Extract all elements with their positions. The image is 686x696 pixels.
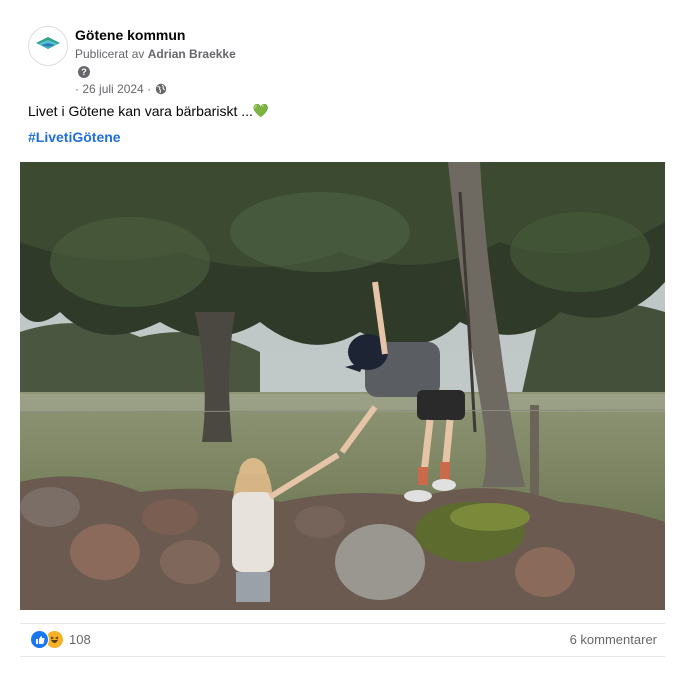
divider — [20, 623, 665, 624]
published-by: Publicerat av Adrian Braekke — [75, 47, 236, 61]
like-icon — [30, 630, 49, 649]
reaction-count: 108 — [69, 632, 91, 647]
published-prefix: Publicerat av — [75, 47, 145, 61]
post-date[interactable]: 26 juli 2024 — [82, 82, 143, 96]
page-avatar[interactable] — [28, 26, 68, 66]
hashtag-link[interactable]: #LivetiGötene — [28, 129, 121, 145]
date-separator-2: · — [143, 82, 152, 96]
gotene-logo-icon — [36, 37, 60, 49]
page-name[interactable]: Götene kommun — [75, 27, 236, 43]
date-separator: · — [75, 82, 83, 96]
divider — [20, 656, 665, 657]
post-text-body: Livet i Götene kan vara bärbariskt ... — [28, 103, 253, 119]
post-photo[interactable] — [20, 162, 665, 610]
photo-image — [20, 162, 665, 610]
comments-count[interactable]: 6 kommentarer — [570, 632, 657, 647]
published-author[interactable]: Adrian Braekke — [148, 47, 236, 61]
post-header: Götene kommun Publicerat av Adrian Braek… — [28, 26, 236, 96]
green-heart-icon: 💚 — [252, 103, 270, 118]
post-text: Livet i Götene kan vara bärbariskt ... 💚 — [28, 103, 269, 119]
reactions-summary[interactable]: 108 — [30, 630, 91, 649]
date-row: · 26 juli 2024 · — [75, 82, 236, 96]
globe-icon — [155, 83, 167, 95]
help-icon[interactable]: ? — [78, 66, 90, 78]
